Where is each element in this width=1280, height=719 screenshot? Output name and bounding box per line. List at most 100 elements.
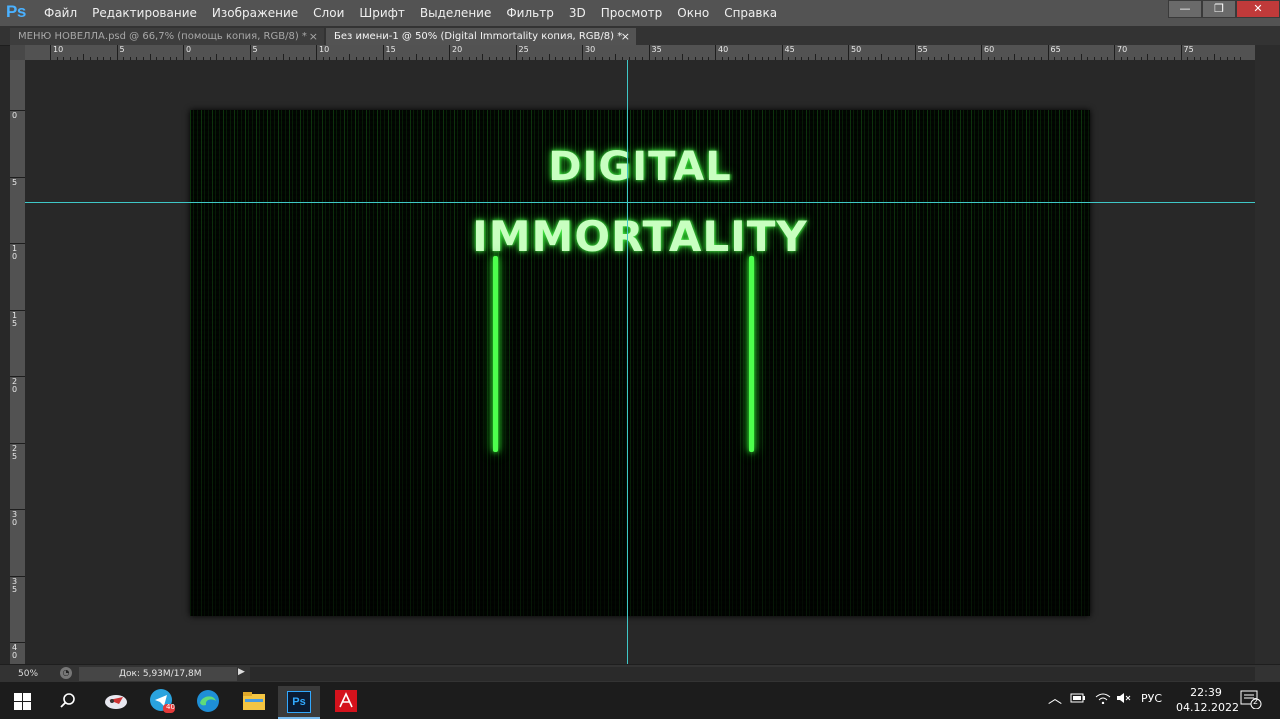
ruler-tick — [316, 45, 317, 60]
ruler-tick — [1180, 45, 1182, 60]
windows-start-icon[interactable] — [4, 686, 40, 716]
telegram-badge: 40 — [166, 703, 175, 711]
ruler-tick — [449, 45, 450, 60]
status-menu-arrow-icon[interactable]: ▶ — [238, 667, 245, 677]
ruler-label: 60 — [984, 45, 995, 54]
ruler-tick — [382, 45, 384, 60]
restore-button[interactable]: ❐ — [1202, 0, 1236, 18]
menu-3d[interactable]: 3D — [569, 6, 586, 20]
ruler-label: 70 — [1117, 45, 1128, 54]
tab-label: Без имени-1 @ 50% (Digital Immortality к… — [334, 31, 623, 42]
minimize-button[interactable]: — — [1168, 0, 1202, 18]
menu-filter[interactable]: Фильтр — [506, 6, 553, 20]
clock-date: 04.12.2022 — [1176, 701, 1239, 714]
menu-bar: Ps Файл Редактирование Изображение Слои … — [0, 0, 1280, 26]
vertical-guide[interactable] — [627, 60, 628, 664]
wifi-icon[interactable] — [1095, 692, 1111, 707]
ruler-label: 25 — [518, 45, 529, 54]
ruler-label: 35 — [651, 45, 662, 54]
ruler-tick — [715, 45, 716, 60]
ruler-label: 10 — [53, 45, 64, 54]
photoshop-taskbar-label: Ps — [287, 690, 311, 713]
neon-bar-left — [493, 256, 498, 452]
menu-view[interactable]: Просмотр — [601, 6, 663, 20]
ruler-tick — [914, 45, 916, 60]
ruler-label: 10 — [12, 244, 18, 261]
ruler-tick — [582, 45, 583, 60]
ruler-label: 25 — [12, 443, 18, 461]
horizontal-guide[interactable] — [25, 202, 1255, 203]
app-bird-icon[interactable] — [98, 686, 134, 716]
ruler-label: 5 — [252, 45, 258, 54]
notification-center-icon[interactable]: 2 — [1240, 689, 1262, 712]
document-profile-icon[interactable]: ◔ — [60, 667, 72, 679]
photoshop-icon[interactable]: Ps — [278, 686, 320, 719]
menu-file[interactable]: Файл — [44, 6, 77, 20]
ruler-tick — [1047, 45, 1049, 60]
ruler-label: 15 — [385, 45, 396, 54]
ruler-label: 40 — [718, 45, 729, 54]
neon-bar-right — [749, 256, 754, 452]
ruler-tick — [981, 45, 982, 60]
canvas-title-digital: DIGITAL — [548, 144, 732, 190]
ruler-label: 0 — [186, 45, 192, 54]
status-bar: 50% ◔ Док: 5,93М/17,8М ▶ — [0, 664, 1280, 683]
volume-muted-icon[interactable] — [1116, 692, 1132, 707]
system-clock[interactable]: 22:39 04.12.2022 — [1176, 685, 1239, 715]
tray-overflow-icon[interactable]: ︿ — [1048, 688, 1062, 708]
clock-time: 22:39 — [1190, 686, 1222, 699]
ruler-label: 20 — [452, 45, 463, 54]
ruler-tick — [1114, 45, 1115, 60]
ruler-label: 0 — [12, 111, 18, 120]
zoom-level[interactable]: 50% — [18, 667, 58, 681]
close-button[interactable]: ✕ — [1236, 0, 1280, 18]
ruler-tick — [116, 45, 118, 60]
menu-type[interactable]: Шрифт — [359, 6, 405, 20]
ruler-label: 40 — [12, 643, 18, 660]
battery-icon[interactable] — [1070, 692, 1086, 707]
window-controls: — ❐ ✕ — [1168, 0, 1280, 18]
photoshop-logo[interactable]: Ps — [6, 2, 26, 22]
ruler-label: 45 — [784, 45, 795, 54]
tab-close-icon[interactable]: × — [621, 28, 630, 45]
vertical-ruler[interactable]: 0 5 10 15 20 25 30 35 40 — [10, 60, 25, 664]
notification-count: 2 — [1253, 697, 1259, 706]
menu-items: Файл Редактирование Изображение Слои Шри… — [44, 0, 792, 26]
file-explorer-icon[interactable] — [236, 686, 272, 716]
tab-close-icon[interactable]: × — [309, 28, 318, 45]
ruler-label: 15 — [12, 310, 18, 328]
ruler-corner[interactable] — [10, 45, 25, 60]
ruler-tick — [781, 45, 783, 60]
vertical-scrollbar[interactable] — [1255, 45, 1280, 664]
ruler-label: 50 — [851, 45, 862, 54]
horizontal-ruler[interactable]: 10 5 0 5 10 15 20 25 30 35 40 45 50 55 60 65 70 75 — [10, 45, 1255, 60]
menu-window[interactable]: Окно — [677, 6, 709, 20]
document-canvas[interactable]: DIGITAL IMMORTALITY — [190, 110, 1090, 616]
ruler-label: 65 — [1050, 45, 1061, 54]
menu-edit[interactable]: Редактирование — [92, 6, 197, 20]
tab-untitled-1[interactable]: Без имени-1 @ 50% (Digital Immortality к… — [326, 28, 636, 45]
tab-menu-novella[interactable]: МЕНЮ НОВЕЛЛА.psd @ 66,7% (помощь копия, … — [10, 28, 324, 45]
language-indicator[interactable]: РУС — [1141, 692, 1162, 705]
ruler-label: 5 — [12, 177, 18, 187]
ruler-label: 35 — [12, 576, 18, 594]
search-icon[interactable] — [50, 686, 86, 716]
menu-image[interactable]: Изображение — [212, 6, 298, 20]
ruler-label: 75 — [1183, 45, 1194, 54]
acrobat-icon[interactable] — [328, 686, 364, 716]
telegram-icon[interactable]: 40 — [144, 686, 180, 716]
tab-label: МЕНЮ НОВЕЛЛА.psd @ 66,7% (помощь копия, … — [18, 31, 307, 42]
menu-select[interactable]: Выделение — [420, 6, 491, 20]
windows-taskbar: 40 Ps ︿ РУС 22:39 04.12.2022 2 — [0, 682, 1280, 719]
horizontal-scrollbar[interactable] — [250, 667, 1255, 681]
ruler-label: 30 — [585, 45, 596, 54]
ruler-label: 20 — [12, 377, 18, 394]
menu-layers[interactable]: Слои — [313, 6, 344, 20]
ruler-tick — [249, 45, 251, 60]
ruler-label: 5 — [119, 45, 125, 54]
document-size-info[interactable]: Док: 5,93М/17,8М — [79, 667, 237, 681]
edge-icon[interactable] — [190, 686, 226, 716]
menu-help[interactable]: Справка — [724, 6, 777, 20]
ruler-tick — [50, 45, 51, 60]
canvas-title-immortality: IMMORTALITY — [472, 212, 808, 261]
